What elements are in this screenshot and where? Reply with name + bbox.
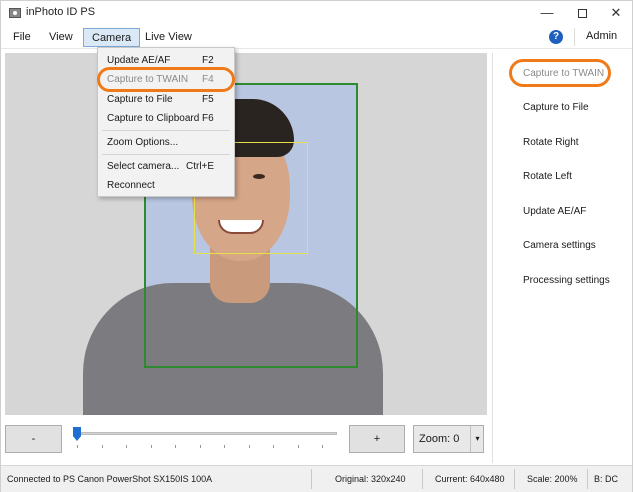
- zoom-slider-track[interactable]: [75, 432, 337, 435]
- zoom-in-button[interactable]: +: [349, 425, 405, 453]
- chevron-down-icon[interactable]: ▾: [470, 426, 484, 452]
- menu-item-label: Select camera...: [107, 161, 180, 172]
- app-window: inPhoto ID PS — ✕ File View Camera Live …: [0, 0, 633, 492]
- highlight-ring-panel: [509, 59, 611, 87]
- highlight-ring-menu: [97, 67, 235, 92]
- slider-tick: [298, 445, 299, 448]
- status-scale: Scale: 200%: [527, 474, 578, 484]
- window-title: inPhoto ID PS: [26, 6, 96, 18]
- title-bar: inPhoto ID PS — ✕: [1, 1, 632, 25]
- status-current: Current: 640x480: [435, 474, 505, 484]
- zoom-slider-thumb[interactable]: [73, 427, 81, 441]
- camera-preview[interactable]: [5, 53, 487, 415]
- camera-settings-button[interactable]: Camera settings: [523, 240, 596, 251]
- slider-tick: [273, 445, 274, 448]
- status-b: B: DC: [594, 474, 619, 484]
- menu-item-shortcut: F6: [202, 113, 214, 124]
- slider-tick: [77, 445, 78, 448]
- menu-file[interactable]: File: [5, 28, 39, 47]
- status-bar: Connected to PS Canon PowerShot SX150IS …: [1, 465, 632, 492]
- capture-to-file-button[interactable]: Capture to File: [523, 102, 589, 113]
- menu-item-capture-to-clipboard[interactable]: Capture to Clipboard F6: [98, 110, 234, 128]
- menu-separator: [102, 154, 230, 155]
- slider-tick: [249, 445, 250, 448]
- menu-item-reconnect[interactable]: Reconnect: [98, 177, 234, 195]
- menu-item-label: Zoom Options...: [107, 137, 179, 148]
- menu-live-view[interactable]: Live View: [137, 28, 200, 47]
- menu-item-shortcut: F5: [202, 94, 214, 105]
- menu-item-zoom-options[interactable]: Zoom Options...: [98, 134, 234, 152]
- rotate-left-button[interactable]: Rotate Left: [523, 171, 572, 182]
- slider-tick: [126, 445, 127, 448]
- menu-item-label: Reconnect: [107, 180, 155, 191]
- slider-tick: [151, 445, 152, 448]
- menu-item-label: Capture to Clipboard: [107, 113, 200, 124]
- status-separator: [422, 469, 423, 489]
- slider-tick: [200, 445, 201, 448]
- status-separator: [514, 469, 515, 489]
- update-ae-af-button[interactable]: Update AE/AF: [523, 206, 586, 217]
- slider-tick: [224, 445, 225, 448]
- zoom-select[interactable]: Zoom: 0 ▾: [413, 425, 484, 453]
- menu-item-label: Capture to File: [107, 94, 173, 105]
- close-icon: ✕: [610, 5, 622, 20]
- help-icon[interactable]: ?: [549, 30, 563, 44]
- menu-item-shortcut: Ctrl+E: [186, 161, 215, 172]
- menu-item-select-camera[interactable]: Select camera... Ctrl+E: [98, 158, 234, 176]
- menu-view[interactable]: View: [41, 28, 81, 47]
- status-separator: [587, 469, 588, 489]
- slider-tick: [102, 445, 103, 448]
- actions-panel: Capture to TWAIN Capture to File Rotate …: [494, 50, 632, 465]
- menu-bar: File View Camera Live View: [1, 25, 632, 49]
- close-button[interactable]: ✕: [598, 1, 633, 25]
- admin-menu[interactable]: Admin: [586, 30, 617, 42]
- slider-tick: [322, 445, 323, 448]
- status-connection: Connected to PS Canon PowerShot SX150IS …: [7, 474, 213, 484]
- zoom-out-button[interactable]: -: [5, 425, 62, 453]
- menu-item-capture-to-file[interactable]: Capture to File F5: [98, 91, 234, 109]
- menu-separator: [102, 130, 230, 131]
- processing-settings-button[interactable]: Processing settings: [523, 275, 610, 286]
- maximize-button[interactable]: [564, 1, 600, 25]
- menu-separator: [574, 28, 575, 46]
- camera-app-icon: [9, 8, 21, 18]
- rotate-right-button[interactable]: Rotate Right: [523, 137, 579, 148]
- status-separator: [311, 469, 312, 489]
- panel-divider: [492, 53, 493, 463]
- minimize-icon: —: [540, 5, 554, 20]
- minimize-button[interactable]: —: [529, 1, 565, 25]
- status-original: Original: 320x240: [335, 474, 406, 484]
- slider-tick: [175, 445, 176, 448]
- zoom-value: Zoom: 0: [419, 433, 460, 445]
- maximize-icon: [577, 9, 587, 19]
- menu-camera[interactable]: Camera: [83, 28, 141, 47]
